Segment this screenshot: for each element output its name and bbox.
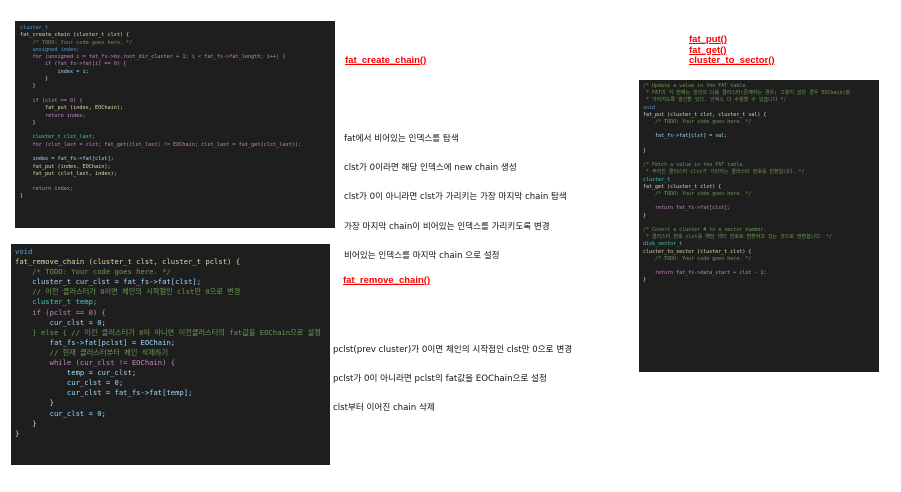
- code-line: fat_create_chain (cluster_t clst) {: [20, 32, 130, 39]
- code-line: cluster_t: [20, 25, 49, 31]
- code-line: cluster_to_sector (cluster_t clst) {: [643, 248, 752, 255]
- code-line: cur_clst = 0;: [15, 378, 124, 388]
- code-line: }: [20, 119, 36, 126]
- note-line: 가장 마지막 chain이 비어있는 인덱스를 가리키도록 변경: [344, 221, 550, 232]
- fat-remove-chain-code-block: void fat_remove_chain (cluster_t clst, cl…: [11, 244, 330, 465]
- code-line: cur_clst = 0;: [15, 317, 106, 327]
- code-line: return index;: [20, 112, 86, 119]
- code-line: // 현재 클러스터부터 체인 삭제하기: [15, 347, 169, 357]
- code-line: fat_put (index, EOChain);: [20, 105, 124, 112]
- cluster-to-sector-heading: cluster_to_sector(): [689, 55, 775, 66]
- note-line: pclst(prev cluster)가 0이면 체인의 시작점인 clst만 …: [333, 344, 573, 355]
- code-line: } else { // 이전 클러스터가 0이 아니면 이전클러스터의 fat값…: [15, 327, 321, 337]
- code-line: }: [20, 76, 49, 83]
- code-line: }: [643, 212, 647, 219]
- code-line: fat_remove_chain (cluster_t clst, cluste…: [15, 257, 241, 267]
- code-line: fat_put (index, EOChain);: [20, 163, 111, 170]
- code-line: index = fat_fs->fat[clst];: [20, 156, 114, 163]
- fat-create-chain-code-block: cluster_t fat_create_chain (cluster_t cls…: [15, 21, 335, 228]
- code-line: cluster_t temp;: [15, 297, 98, 307]
- code-line: cur_clst = 0;: [15, 408, 106, 418]
- fat-remove-chain-heading: fat_remove_chain(): [343, 275, 431, 286]
- note-line: clst부터 이어진 chain 삭제: [333, 403, 435, 414]
- code-line: /* TODO: Your code goes here. */: [15, 267, 171, 277]
- code-line: /* TODO: Your code goes here. */: [20, 39, 133, 46]
- code-line: index = i;: [20, 68, 89, 75]
- note-line: fat에서 비어있는 인덱스를 탐색: [344, 133, 459, 144]
- note-line: 비어있는 인덱스를 마지막 chain 으로 설정: [344, 251, 500, 262]
- fat-create-chain-notes: fat에서 비어있는 인덱스를 탐색 clst가 0이라면 해당 인덱스에 ne…: [344, 115, 567, 272]
- code-line: }: [20, 192, 24, 199]
- code-line: fat_fs->fat[pclst] = EOChain;: [15, 337, 176, 347]
- code-line: }: [643, 277, 647, 284]
- fat-put-get-heading: fat_put() fat_get() cluster_to_sector(): [689, 34, 775, 67]
- fat-put-get-code-block: /* Update a value in the FAT table. * FA…: [639, 80, 879, 372]
- code-line: /* TODO: Your code goes here. */: [643, 119, 752, 126]
- fat-create-chain-heading: fat_create_chain(): [345, 55, 427, 66]
- code-line: fat_fs->fat[clst] = val;: [643, 133, 728, 140]
- fat-remove-chain-notes: pclst(prev cluster)가 0이면 체인의 시작점인 clst만 …: [333, 326, 572, 424]
- code-line: unsigned index;: [20, 46, 80, 53]
- code-line: fat_put (clst_last, index);: [20, 170, 117, 177]
- code-line: }: [20, 83, 36, 90]
- code-line: void: [15, 247, 33, 256]
- code-line: fat_put (cluster_t clst, cluster_t val) …: [643, 111, 767, 118]
- note-line: clst가 0이 아니라면 clst가 가리키는 가장 마지막 chain 탐색: [344, 192, 567, 203]
- note-line: clst가 0이라면 해당 인덱스에 new chain 생성: [344, 162, 517, 173]
- code-line: /* TODO: Your code goes here. */: [643, 191, 752, 198]
- code-line: }: [15, 398, 54, 408]
- code-line: while (cur_clst != EOChain) {: [15, 358, 176, 368]
- code-line: * 가리키도록 갱신할 있다. 인덱스 더 수월할 수 있습니다 */: [643, 97, 787, 104]
- code-line: * 클러스터 번호 clst를 해당 섹터 번호로 변환하고 있는 것으로 변환…: [643, 234, 833, 241]
- code-line: return fat_fs->fat[clst];: [643, 205, 731, 212]
- code-line: temp = cur_clst;: [15, 368, 137, 378]
- code-line: }: [15, 418, 37, 428]
- fat-put-heading: fat_put(): [689, 34, 727, 45]
- code-line: if (clst == 0) {: [20, 97, 83, 104]
- code-line: return fat_fs->data_start + clst - 1;: [643, 270, 767, 277]
- code-line: cluster_t clst_last;: [20, 134, 95, 141]
- code-line: void: [643, 104, 656, 111]
- code-line: disk_sector_t: [643, 241, 683, 248]
- code-line: if (pclst == 0) {: [15, 307, 106, 317]
- code-line: fat_get (cluster_t clst) {: [643, 183, 722, 190]
- code-line: cluster_t cur_clst = fat_fs->fat[clst];: [15, 277, 202, 287]
- code-line: if (fat_fs->fat[i] == 0) {: [20, 61, 127, 68]
- code-line: }: [643, 147, 647, 154]
- code-line: for (clst_last = clst; fat_get(clst_last…: [20, 141, 302, 148]
- code-line: // 이전 클러스터가 0이면 체인의 시작점인 clst만 0으로 변경: [15, 287, 241, 297]
- code-line: for (unsigned i = fat_fs->bs.root_dir_cl…: [20, 54, 286, 61]
- code-line: /* TODO: Your code goes here. */: [643, 255, 752, 262]
- code-line: return index;: [20, 185, 74, 192]
- note-line: pclst가 0이 아니라면 pclst의 fat값을 EOChain으로 설정: [333, 373, 547, 384]
- code-line: cluster_t: [643, 176, 671, 183]
- code-line: cur_clst = fat_fs->fat[temp];: [15, 388, 193, 398]
- code-line: * 주어진 클러스터 clst가 가리키는 클러스터 번호를 반환합니다. */: [643, 169, 805, 176]
- code-line: }: [15, 428, 20, 438]
